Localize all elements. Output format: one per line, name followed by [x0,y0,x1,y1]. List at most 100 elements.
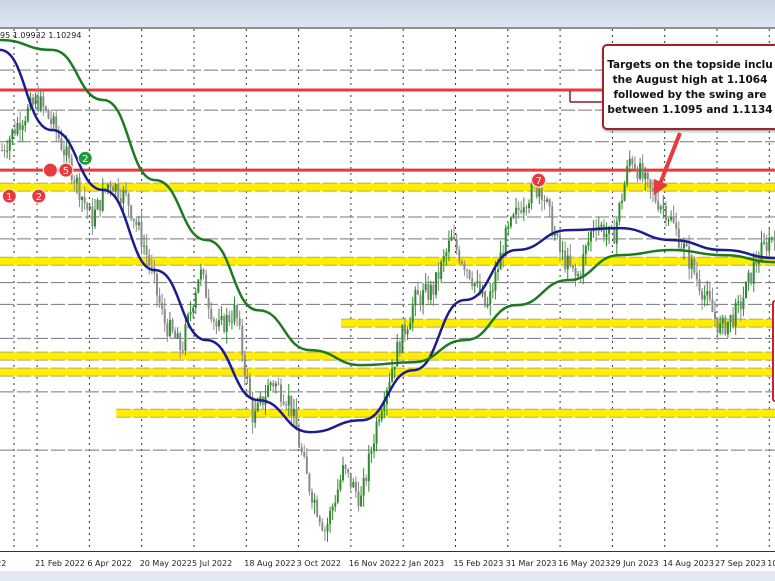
candle-body [119,198,122,204]
candle-body [298,430,301,448]
candle-body [765,242,768,251]
candle-body [197,279,200,293]
candle-body [445,251,448,257]
candle-body [540,188,543,200]
candle-body [579,274,582,276]
candle-body [130,205,133,219]
candle-body [455,238,458,251]
candle-body [55,116,58,132]
candle-body [65,146,68,156]
candle-body [125,189,127,194]
swing-marker-label: 2 [82,154,88,165]
candle-body [287,395,290,406]
candle-body [78,177,81,200]
candle-body [179,333,182,351]
candle-body [538,188,541,197]
candle-body [127,193,130,206]
candle-body [280,384,282,402]
candle-body [256,402,259,411]
candle-body [331,506,334,511]
annotation-line: Targets on the topside inclu [607,59,773,71]
candle-body [721,317,724,324]
annotation-line: the August high at 1.1064 [612,74,768,86]
candle-body [339,480,342,490]
x-tick-label: 16 May 2023 [558,559,611,568]
candle-body [88,206,91,210]
candle-body [664,206,667,221]
candle-body [156,273,158,296]
candle-body [520,210,523,213]
candle-body [528,203,530,208]
candle-body [135,221,138,226]
candle-body [158,295,161,304]
candle-body [106,184,109,191]
candle-body [582,254,585,276]
candle-body [497,269,499,272]
candle-body [760,242,763,262]
candle-body [708,291,711,300]
candle-body [724,317,727,335]
candle-body [308,473,311,492]
candle-body [670,216,673,220]
candle-body [228,315,231,323]
candle-body [37,96,40,110]
candle-body [683,243,685,249]
candle-body [199,269,202,280]
candle-body [747,272,750,282]
candle-body [140,222,143,247]
candle-body [168,319,171,337]
candle-body [290,395,293,416]
candle-body [644,172,647,179]
candle-body [336,489,339,503]
candle-body [435,272,437,295]
x-tick-label: 14 Aug 2023 [662,559,714,568]
candle-body [68,146,71,158]
candle-body [755,261,758,264]
candle-body [349,472,352,488]
candle-body [117,183,120,199]
candle-body [360,495,363,507]
candle-body [303,451,306,457]
candle-body [729,314,732,322]
candle-body [323,530,326,532]
candle-body [225,315,228,332]
candle-body [47,109,50,119]
x-tick-label: 2022 [0,559,7,568]
candle-body [8,139,11,151]
candle-body [194,292,197,308]
candle-body [370,451,373,454]
candle-body [680,247,683,249]
candle-body [383,404,386,411]
candle-body [615,221,618,244]
x-tick-label: 29 Jun 2023 [610,559,659,568]
candle-body [13,129,16,135]
candle-body [641,163,644,179]
candle-body [659,206,662,210]
swing-marker [42,162,58,178]
candle-body [122,189,125,204]
candle-body [391,369,394,382]
candle-body [311,491,313,503]
candle-body [205,274,208,298]
candle-body [112,186,115,192]
candle-body [181,350,184,352]
candle-body [274,383,277,387]
candle-body [352,482,355,488]
yellow-support-band [0,368,775,377]
x-tick-label: 31 Mar 2023 [505,559,557,568]
candle-body [463,263,466,270]
candle-body [675,222,678,229]
candle-body [145,245,148,255]
candle-body [587,241,590,246]
candle-body [442,256,445,262]
candle-body [701,291,704,300]
candle-body [285,404,288,406]
candle-body [24,120,27,126]
candle-body [509,217,512,227]
candle-body [690,258,693,269]
candle-body [546,199,549,202]
candle-body [437,272,440,279]
status-bar [0,571,775,581]
candle-body [556,233,559,236]
candle-body [21,125,24,130]
